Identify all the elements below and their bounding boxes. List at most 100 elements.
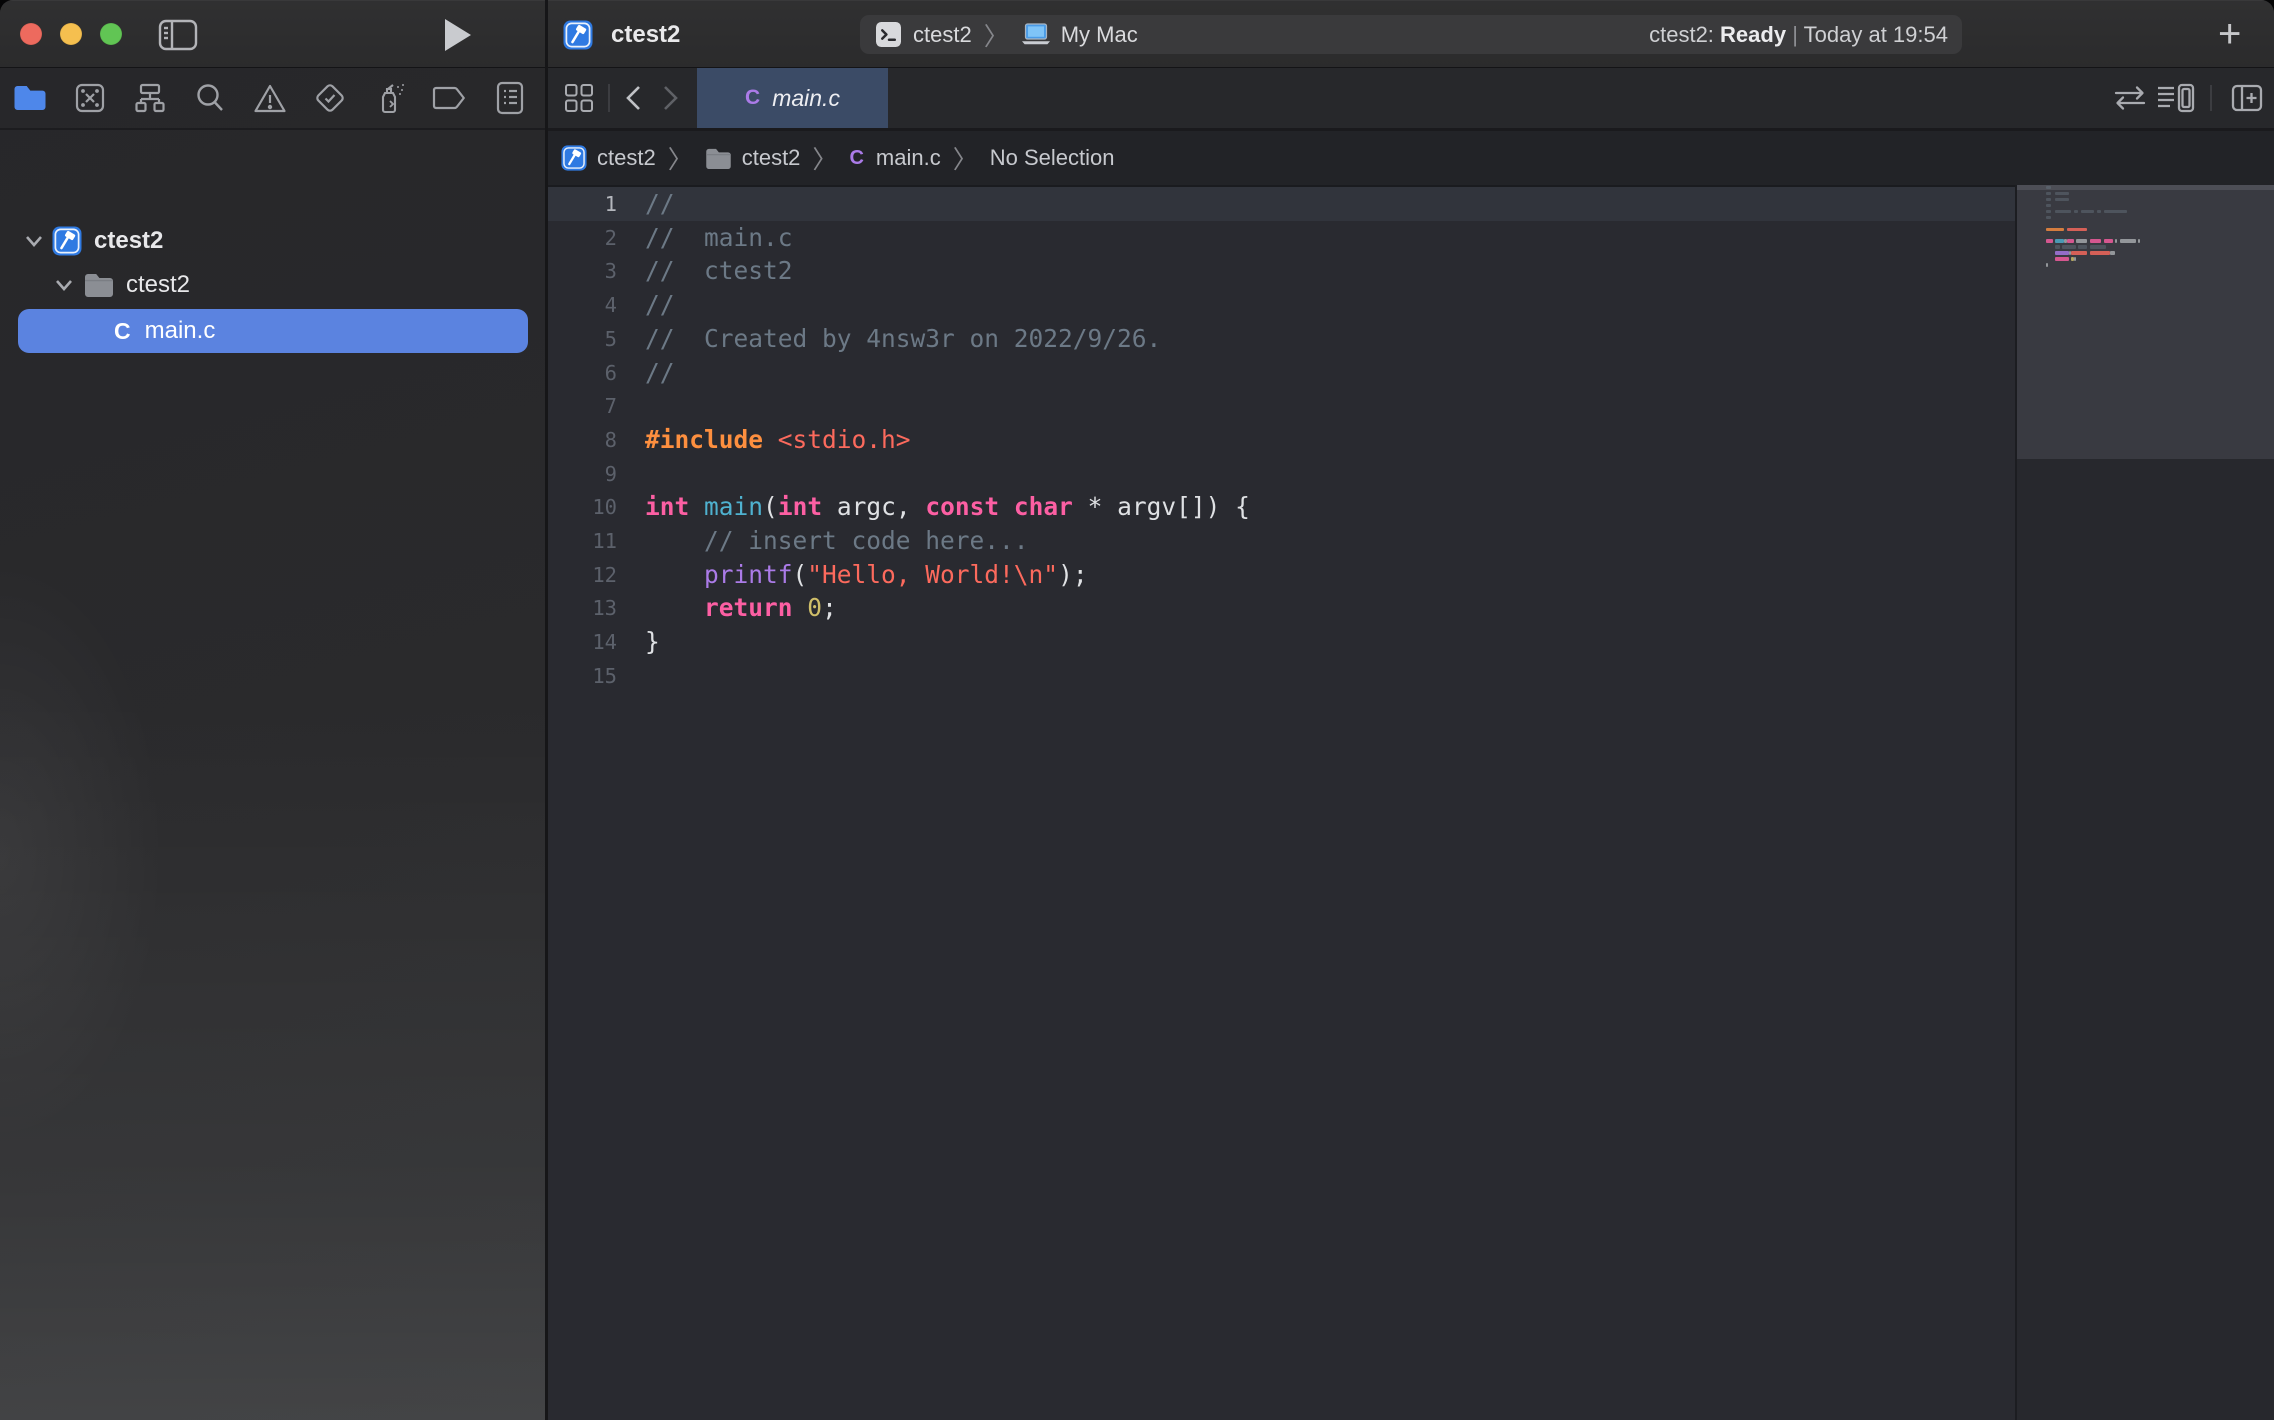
jump-bar-chevron: 〉 [953, 140, 978, 176]
xcode-window: ctest2 ctest2 〉 My Mac ctest2: Read [0, 0, 2274, 1420]
report-navigator-icon[interactable] [480, 68, 540, 128]
run-button[interactable] [443, 18, 473, 52]
code-line-12[interactable]: 12 printf("Hello, World!\n"); [548, 558, 2016, 592]
xcode-project-icon [561, 145, 587, 171]
project-navigator-folder-icon[interactable] [0, 68, 60, 128]
related-items-grid-icon[interactable] [564, 83, 594, 113]
test-navigator-icon[interactable] [300, 68, 360, 128]
line-number[interactable]: 14 [548, 625, 617, 659]
toggle-navigator-icon[interactable] [158, 19, 198, 51]
code-line-15[interactable]: 15 [548, 659, 2016, 693]
scheme-terminal-icon[interactable] [876, 22, 901, 47]
line-number[interactable]: 10 [548, 490, 617, 524]
zoom-button[interactable] [100, 23, 122, 45]
line-number[interactable]: 12 [548, 558, 617, 592]
tree-row-project-ctest2[interactable]: ctest2 [0, 219, 545, 263]
line-number[interactable]: 1 [548, 187, 617, 221]
jump-bar-item-file[interactable]: main.c [876, 145, 941, 171]
token-kw: const [925, 492, 999, 521]
minimap-token [2090, 251, 2111, 255]
tab-main-c[interactable]: C main.c [697, 68, 888, 128]
run-destination-name[interactable]: My Mac [1061, 22, 1138, 48]
tab-bar-divider [2210, 85, 2212, 111]
code-line-5[interactable]: 5 // Created by 4nsw3r on 2022/9/26. [548, 322, 2016, 356]
line-number[interactable]: 5 [548, 322, 617, 356]
minimap-token [2090, 239, 2102, 243]
debug-navigator-spray-icon[interactable] [360, 68, 420, 128]
code-review-icon[interactable] [2113, 85, 2147, 111]
scheme-and-status-bar: ctest2 〉 My Mac ctest2: Ready | Today at… [860, 15, 1962, 54]
minimap-token [2074, 210, 2079, 214]
line-number[interactable]: 6 [548, 356, 617, 390]
code-text: // [645, 187, 675, 221]
folder-icon [84, 273, 114, 297]
go-back-icon[interactable] [624, 84, 642, 112]
code-text: #include <stdio.h> [645, 423, 911, 457]
code-line-6[interactable]: 6// [548, 356, 2016, 390]
line-number[interactable]: 13 [548, 591, 617, 625]
issue-navigator-warning-icon[interactable] [240, 68, 300, 128]
minimize-button[interactable] [60, 23, 82, 45]
disclosure-chevron-icon[interactable] [54, 278, 74, 292]
code-line-11[interactable]: 11 // insert code here... [548, 524, 2016, 558]
token-com: // Created by 4nsw3r on 2022/9/26. [645, 324, 1161, 353]
folder-icon [705, 148, 732, 169]
tree-row-file-main-c[interactable]: C main.c [0, 309, 545, 353]
add-editor-icon[interactable] [2231, 84, 2263, 112]
line-number[interactable]: 3 [548, 254, 617, 288]
minimap-column[interactable] [2017, 185, 2274, 1420]
jump-bar-item-selection[interactable]: No Selection [990, 145, 1115, 171]
code-line-1[interactable]: 1 // [548, 187, 2016, 221]
close-button[interactable] [20, 23, 42, 45]
line-number[interactable]: 11 [548, 524, 617, 558]
project-title-group: ctest2 [563, 1, 680, 68]
code-line-13[interactable]: 13 return 0; [548, 591, 2016, 625]
token-fn: printf [704, 560, 793, 589]
line-number[interactable]: 2 [548, 221, 617, 255]
code-line-3[interactable]: 3 // ctest2 [548, 254, 2016, 288]
jump-bar-item-project[interactable]: ctest2 [597, 145, 656, 171]
token-num: 0 [807, 593, 822, 622]
token-kw: char [1014, 492, 1073, 521]
minimap-token [2055, 192, 2069, 196]
code-line-2[interactable]: 2// main.c [548, 221, 2016, 255]
code-text: // ctest2 [645, 254, 793, 288]
library-plus-button[interactable]: + [2218, 12, 2241, 56]
code-text: } [645, 625, 660, 659]
minimap-token [2071, 251, 2087, 255]
code-line-4[interactable]: 4// [548, 288, 2016, 322]
scheme-name[interactable]: ctest2 [913, 22, 972, 48]
line-number[interactable]: 8 [548, 423, 617, 457]
code-line-8[interactable]: 8 #include <stdio.h> [548, 423, 2016, 457]
minimap-page[interactable] [2017, 185, 2274, 459]
token-pl [793, 593, 808, 622]
editor-options-icon[interactable] [2156, 83, 2196, 113]
find-navigator-search-icon[interactable] [180, 68, 240, 128]
token-pl [645, 593, 704, 622]
minimap-token [2074, 257, 2076, 261]
breakpoint-navigator-icon[interactable] [420, 68, 480, 128]
go-forward-icon[interactable] [662, 84, 680, 112]
jump-bar-chevron: 〉 [812, 140, 837, 176]
code-line-14[interactable]: 14} [548, 625, 2016, 659]
tab-bar-divider [608, 84, 610, 112]
code-line-9[interactable]: 9 [548, 457, 2016, 491]
line-number[interactable]: 4 [548, 288, 617, 322]
code-line-10[interactable]: 10int main(int argc, const char * argv[]… [548, 490, 2016, 524]
code-line-7[interactable]: 7 [548, 389, 2016, 423]
line-number[interactable]: 9 [548, 457, 617, 491]
tree-row-group-ctest2[interactable]: ctest2 [0, 263, 545, 307]
symbol-navigator-icon[interactable] [120, 68, 180, 128]
disclosure-chevron-icon[interactable] [24, 234, 44, 248]
token-pl: ( [763, 492, 778, 521]
line-number[interactable]: 15 [548, 659, 617, 693]
source-control-navigator-icon[interactable] [60, 68, 120, 128]
line-number[interactable]: 7 [548, 389, 617, 423]
editor-area: C main.c [548, 68, 2274, 1420]
status-state: Ready [1720, 22, 1786, 47]
code-text: // insert code here... [645, 524, 1029, 558]
jump-bar-item-group[interactable]: ctest2 [742, 145, 801, 171]
tab-label: main.c [772, 85, 840, 112]
status-time: Today at 19:54 [1804, 22, 1948, 47]
jump-bar: ctest2 〉 ctest2 〉 C main.c 〉 No Selectio… [548, 131, 2274, 185]
